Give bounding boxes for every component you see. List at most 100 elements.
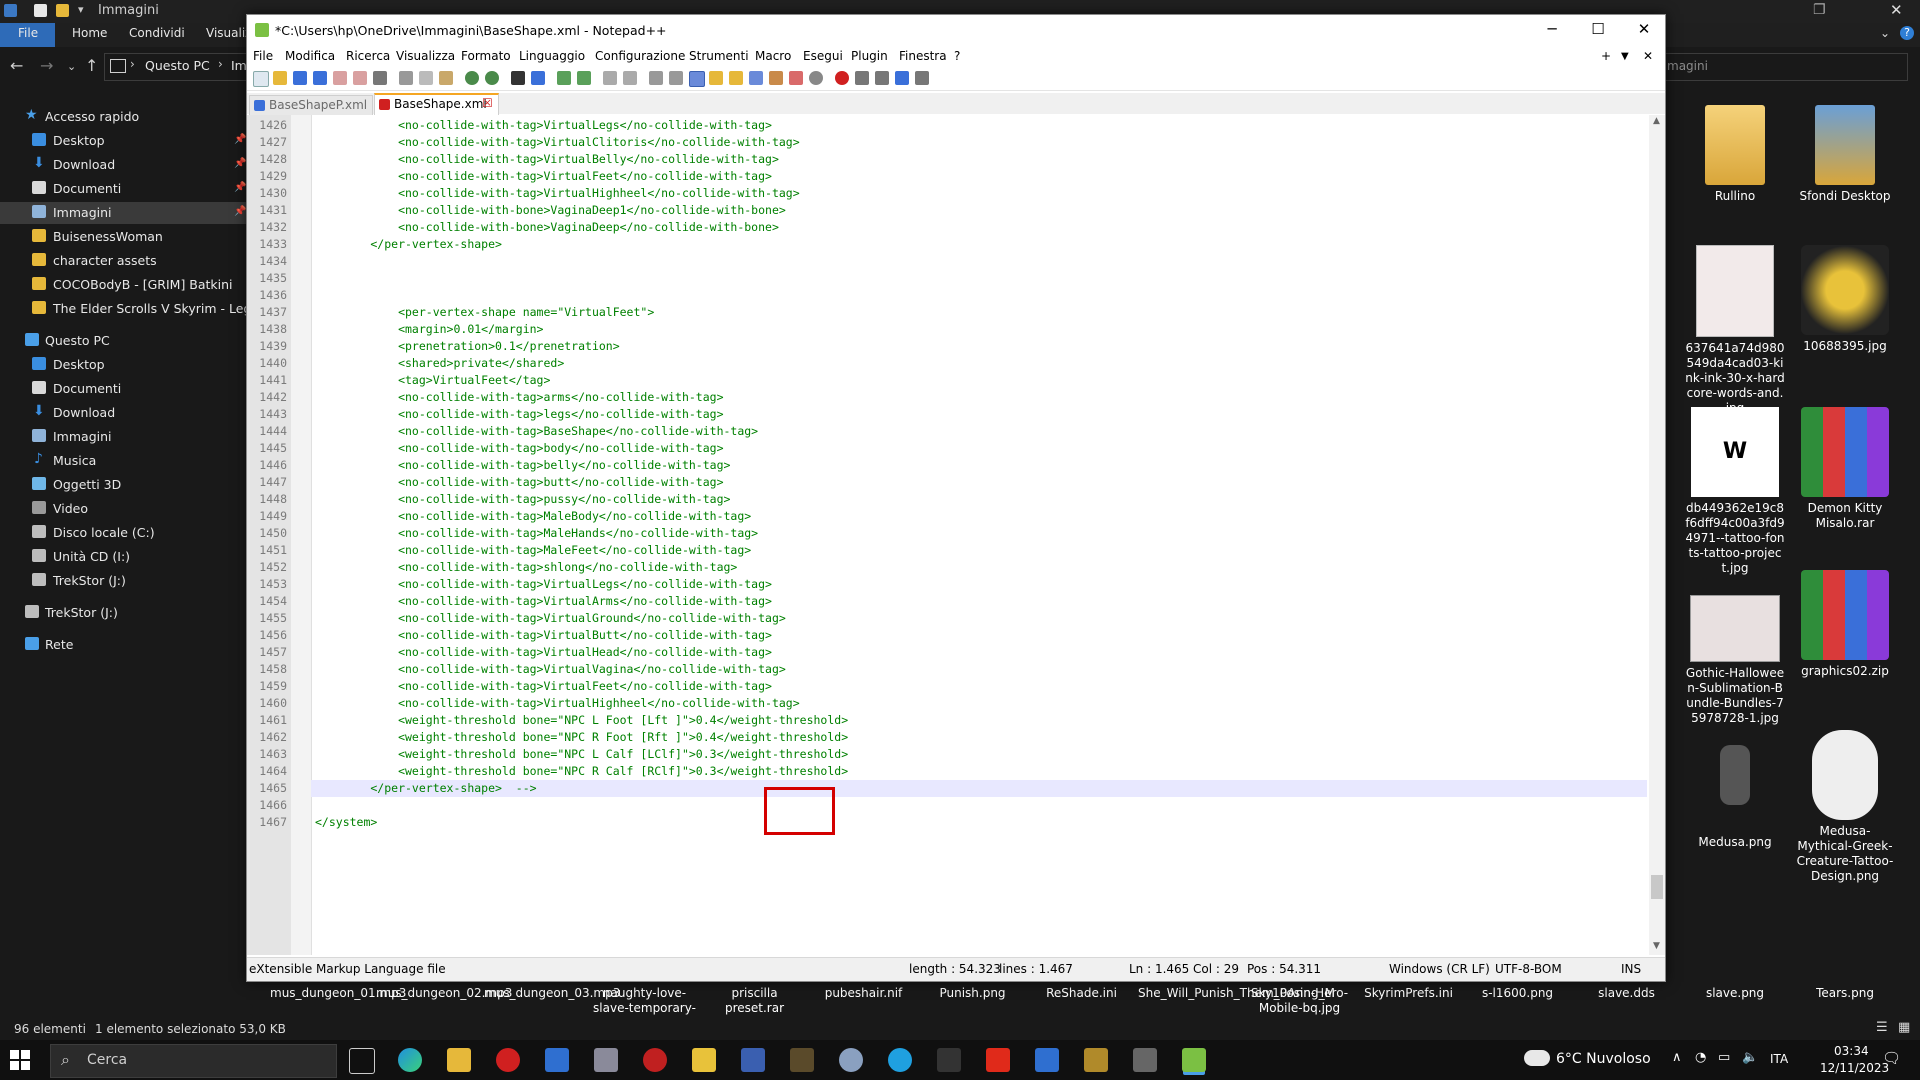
explorer-restore-button[interactable]: ❐: [1813, 2, 1826, 18]
paste-icon[interactable]: [439, 71, 453, 85]
menu-macro[interactable]: Macro: [755, 49, 791, 63]
nav-item-folder[interactable]: character assets: [0, 250, 246, 272]
tab-active-file[interactable]: BaseShape.xml ☒: [374, 93, 499, 116]
store-icon[interactable]: [545, 1048, 569, 1072]
stop-macro-icon[interactable]: [855, 71, 869, 85]
app-icon[interactable]: [1084, 1048, 1108, 1072]
close-all-icon[interactable]: [353, 71, 367, 85]
app-icon[interactable]: [594, 1048, 618, 1072]
nav-item-download[interactable]: ⬇ Download: [0, 402, 246, 424]
nav-item-desktop[interactable]: Desktop 📌: [0, 130, 246, 152]
file-item-image[interactable]: Gothic-Halloween-Sublimation-Bundle-Bund…: [1685, 595, 1785, 726]
record-macro-icon[interactable]: [835, 71, 849, 85]
weather-text[interactable]: 6°C Nuvoloso: [1556, 1051, 1651, 1067]
code-line[interactable]: <no-collide-with-tag>VirtualClitoris</no…: [315, 135, 800, 149]
code-line[interactable]: </system>: [315, 815, 377, 829]
tab-inactive-file[interactable]: BaseShapeP.xml: [249, 95, 373, 115]
indent-guide-icon[interactable]: [689, 71, 705, 87]
menu-help[interactable]: ?: [954, 49, 960, 63]
explorer-close-button[interactable]: ✕: [1890, 1, 1903, 19]
ribbon-tab-home[interactable]: Home: [72, 26, 107, 40]
code-line[interactable]: <no-collide-with-tag>VirtualHead</no-col…: [315, 645, 772, 659]
sync-horizontal-icon[interactable]: [623, 71, 637, 85]
show-all-chars-icon[interactable]: [669, 71, 683, 85]
app-tray-icon[interactable]: ◔: [1695, 1050, 1706, 1065]
new-tab-icon[interactable]: +: [1601, 49, 1611, 63]
nav-item-pictures[interactable]: Immagini: [0, 426, 246, 448]
file-item[interactable]: priscilla preset.rar: [702, 986, 807, 1016]
app-icon[interactable]: [1035, 1048, 1059, 1072]
code-line[interactable]: </per-vertex-shape>: [315, 237, 502, 251]
file-item[interactable]: ReShade.ini: [1029, 986, 1134, 1001]
app-icon[interactable]: [1133, 1048, 1157, 1072]
nav-usb-drive[interactable]: TrekStor (J:): [0, 602, 246, 624]
skype-icon[interactable]: [888, 1048, 912, 1072]
code-line[interactable]: <no-collide-with-tag>pussy</no-collide-w…: [315, 492, 730, 506]
nav-item-folder[interactable]: BuisenessWoman: [0, 226, 246, 248]
windows-start-icon[interactable]: [10, 1050, 30, 1070]
code-line[interactable]: <no-collide-with-tag>legs</no-collide-wi…: [315, 407, 723, 421]
forward-arrow-icon[interactable]: →: [40, 56, 53, 75]
app-icon[interactable]: [839, 1048, 863, 1072]
close-tab-icon[interactable]: ✕: [1643, 49, 1653, 63]
nav-item-3d-objects[interactable]: Oggetti 3D: [0, 474, 246, 496]
nav-item-music[interactable]: ♪ Musica: [0, 450, 246, 472]
nav-item-folder[interactable]: The Elder Scrolls V Skyrim - Legenda: [0, 298, 246, 320]
tray-chevron-icon[interactable]: ∧: [1672, 1050, 1682, 1065]
menu-tools[interactable]: Strumenti: [689, 49, 749, 63]
folder-workspace-icon[interactable]: [789, 71, 803, 85]
nav-item-pictures[interactable]: Immagini 📌: [0, 202, 246, 224]
app-icon[interactable]: [937, 1048, 961, 1072]
details-view-icon[interactable]: ☰: [1876, 1020, 1888, 1035]
notepad-plus-plus-taskbar-icon[interactable]: [1182, 1048, 1206, 1072]
customize-quick-access-icon[interactable]: ▾: [78, 3, 84, 16]
code-line[interactable]: </per-vertex-shape> -->: [315, 781, 536, 795]
play-macro-icon[interactable]: [875, 71, 889, 85]
code-line[interactable]: <no-collide-with-tag>arms</no-collide-wi…: [315, 390, 723, 404]
eol-format[interactable]: Windows (CR LF): [1389, 962, 1490, 976]
nav-item-usb-drive[interactable]: TrekStor (J:): [0, 570, 246, 592]
ribbon-expand-icon[interactable]: ⌄: [1880, 26, 1890, 40]
app-icon[interactable]: [741, 1048, 765, 1072]
file-item[interactable]: mus_dungeon_01.mp3: [270, 986, 406, 1001]
replace-icon[interactable]: [531, 71, 545, 85]
large-icons-view-icon[interactable]: ▦: [1898, 1020, 1910, 1035]
insert-mode-label[interactable]: INS: [1621, 962, 1641, 976]
up-arrow-icon[interactable]: ↑: [85, 56, 98, 75]
maximize-button[interactable]: ☐: [1575, 20, 1621, 38]
code-line[interactable]: <no-collide-with-tag>VirtualVagina</no-c…: [315, 662, 786, 676]
doc-map-icon[interactable]: [729, 71, 743, 85]
doc-list-icon[interactable]: [749, 71, 763, 85]
menu-search[interactable]: Ricerca: [346, 49, 390, 63]
nav-item-download[interactable]: ⬇ Download 📌: [0, 154, 246, 176]
code-line[interactable]: <no-collide-with-tag>shlong</no-collide-…: [315, 560, 737, 574]
file-item-image[interactable]: Tears.png: [1795, 986, 1895, 1001]
notifications-icon[interactable]: 🗨: [1882, 1049, 1901, 1067]
sync-vertical-icon[interactable]: [603, 71, 617, 85]
minimize-button[interactable]: ─: [1529, 20, 1575, 38]
menu-window[interactable]: Finestra: [899, 49, 947, 63]
code-line[interactable]: <weight-threshold bone="NPC L Foot [Lft …: [315, 713, 848, 727]
open-file-icon[interactable]: [273, 71, 287, 85]
code-line[interactable]: <no-collide-with-tag>VirtualHighheel</no…: [315, 186, 800, 200]
menu-format[interactable]: Formato: [461, 49, 511, 63]
code-line[interactable]: <no-collide-with-tag>MaleFeet</no-collid…: [315, 543, 751, 557]
code-line[interactable]: <margin>0.01</margin>: [315, 322, 543, 336]
file-item-folder[interactable]: Rullino: [1685, 105, 1785, 204]
nav-item-cd-drive[interactable]: Unità CD (I:): [0, 546, 246, 568]
code-editor[interactable]: <no-collide-with-tag>VirtualLegs</no-col…: [247, 115, 1665, 955]
file-item-archive[interactable]: Demon Kitty Misalo.rar: [1795, 407, 1895, 531]
find-icon[interactable]: [511, 71, 525, 85]
nav-item-documents[interactable]: Documenti 📌: [0, 178, 246, 200]
vertical-scrollbar[interactable]: ▲ ▼: [1649, 115, 1665, 955]
file-item-image[interactable]: Medusa-Mythical-Greek-Creature-Tattoo-De…: [1795, 730, 1895, 884]
app-icon[interactable]: [643, 1048, 667, 1072]
file-item[interactable]: pubeshair.nif: [811, 986, 916, 1001]
task-view-icon[interactable]: [349, 1048, 375, 1074]
redo-icon[interactable]: [485, 71, 499, 85]
network-icon[interactable]: ▭: [1718, 1050, 1730, 1065]
language-indicator[interactable]: ITA: [1770, 1052, 1788, 1066]
code-line[interactable]: <weight-threshold bone="NPC R Calf [RClf…: [315, 764, 848, 778]
ribbon-tab-share[interactable]: Condividi: [129, 26, 185, 40]
code-line[interactable]: <no-collide-with-tag>VirtualArms</no-col…: [315, 594, 772, 608]
